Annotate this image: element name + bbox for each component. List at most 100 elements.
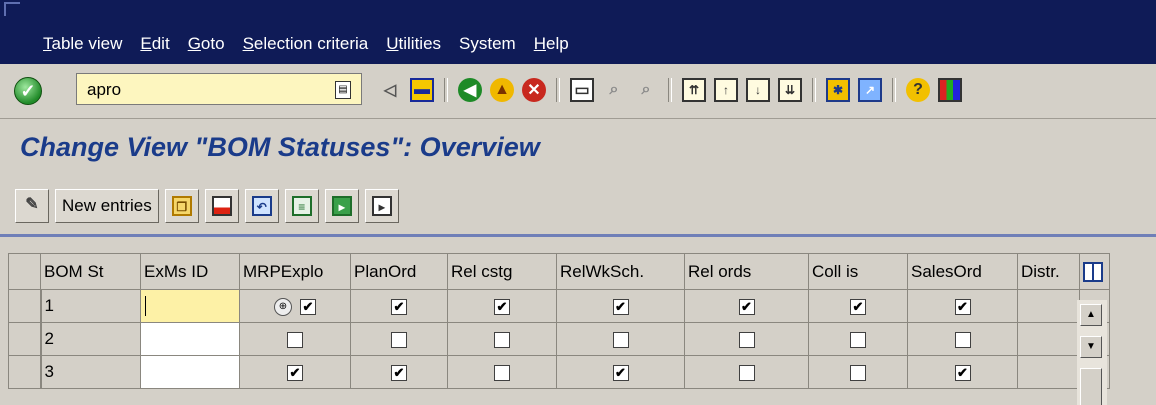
relwksch-cell: ✔ [556, 289, 685, 323]
select-all-rows-cell[interactable] [8, 253, 41, 290]
distr-cell [1017, 289, 1080, 323]
scroll-up-icon[interactable]: ▲ [1080, 304, 1102, 326]
next-page-icon[interactable]: ↓ [746, 78, 770, 102]
previous-page-icon[interactable]: ↑ [714, 78, 738, 102]
exit-icon[interactable]: ▲ [490, 78, 514, 102]
exms-id-input[interactable] [140, 322, 240, 356]
coll-is-checkbox[interactable] [850, 331, 866, 348]
planord-checkbox[interactable]: ✔ [391, 298, 407, 315]
layout-menu-icon[interactable] [938, 78, 962, 102]
row-selector[interactable] [8, 289, 42, 323]
print-icon[interactable]: ▭ [570, 78, 594, 102]
back-icon[interactable]: ◀ [458, 78, 482, 102]
display-change-icon: ✎ [25, 196, 39, 213]
display-change-button[interactable]: ✎ [15, 189, 49, 223]
column-header-coll-is[interactable]: Coll is [808, 253, 908, 290]
menu-selection-criteria[interactable]: Selection criteria [243, 34, 369, 54]
menu-help[interactable]: Help [534, 34, 569, 54]
save-icon[interactable]: ▬ [410, 78, 434, 102]
column-header-bom-st[interactable]: BOM St [40, 253, 141, 290]
salesord-checkbox[interactable] [954, 331, 971, 348]
bom-st-cell: 1 [40, 289, 141, 323]
distr-cell [1017, 322, 1080, 356]
table-header-row: BOM St ExMs ID MRPExplo PlanOrd Rel cstg… [8, 253, 1110, 290]
row-selector[interactable] [8, 355, 42, 389]
menu-goto[interactable]: Goto [188, 34, 225, 54]
undo-change-icon: ↶ [251, 196, 272, 216]
vertical-scrollbar[interactable]: ▲ ▼ [1077, 300, 1107, 405]
menu-utilities[interactable]: Utilities [386, 34, 441, 54]
mrpexplo-checkbox[interactable]: ✔ [287, 364, 303, 381]
page-title: Change View "BOM Statuses": Overview [20, 132, 540, 162]
salesord-checkbox[interactable]: ✔ [954, 364, 971, 381]
last-page-icon[interactable]: ⇊ [778, 78, 802, 102]
table-settings-button[interactable] [1079, 253, 1110, 290]
rel-ords-checkbox[interactable]: ✔ [738, 298, 755, 315]
generate-shortcut-icon[interactable]: ↗ [858, 78, 882, 102]
new-entries-button[interactable]: New entries [55, 189, 159, 223]
exms-id-input[interactable] [140, 289, 240, 323]
undo-change-button[interactable]: ↶ [244, 189, 279, 223]
first-page-icon[interactable]: ⇈ [682, 78, 706, 102]
find-next-icon[interactable]: ⌕ [634, 78, 658, 102]
scroll-down-icon[interactable]: ▼ [1080, 336, 1102, 358]
menu-table-view[interactable]: Table view [43, 34, 122, 54]
menu-bar: Table view Edit Goto Selection criteria … [0, 0, 1156, 64]
deselect-all-button[interactable]: ▸ [364, 189, 399, 223]
copy-as-button[interactable]: ❐ [164, 189, 199, 223]
command-field[interactable]: apro ▤ [76, 73, 362, 105]
bom-st-cell: 2 [40, 322, 141, 356]
column-header-planord[interactable]: PlanOrd [350, 253, 448, 290]
salesord-checkbox[interactable]: ✔ [954, 298, 971, 315]
table-row: 1 ⊕ ✔ ✔ ✔ ✔ ✔ ✔ ✔ [8, 289, 1110, 323]
scroll-thumb[interactable] [1080, 368, 1102, 405]
coll-is-checkbox[interactable] [850, 364, 866, 381]
coll-is-cell [808, 355, 908, 389]
planord-checkbox[interactable] [391, 331, 407, 348]
create-session-icon[interactable]: ✱ [826, 78, 850, 102]
column-header-salesord[interactable]: SalesOrd [907, 253, 1018, 290]
system-menu-icon[interactable] [4, 2, 20, 16]
rel-cstg-checkbox[interactable]: ✔ [494, 298, 510, 315]
column-header-rel-ords[interactable]: Rel ords [684, 253, 809, 290]
rel-cstg-checkbox[interactable] [494, 364, 510, 381]
rel-ords-checkbox[interactable] [738, 331, 755, 348]
menu-system[interactable]: System [459, 34, 516, 54]
toolbar-separator [556, 78, 560, 102]
nav-left-arrow-icon[interactable]: ◁ [378, 78, 402, 102]
mrpexplo-checkbox[interactable] [287, 331, 303, 348]
find-icon[interactable]: ⌕ [602, 78, 626, 102]
select-all-button[interactable]: ≡ [284, 189, 319, 223]
toolbar-separator [892, 78, 896, 102]
cancel-icon[interactable]: ✕ [522, 78, 546, 102]
relwksch-checkbox[interactable] [612, 331, 629, 348]
relwksch-checkbox[interactable]: ✔ [612, 364, 629, 381]
value-help-icon[interactable]: ⊕ [274, 297, 292, 316]
mrpexplo-cell: ⊕ ✔ [239, 289, 351, 323]
column-header-relwksch[interactable]: RelWkSch. [556, 253, 685, 290]
rel-cstg-checkbox[interactable] [494, 331, 510, 348]
exms-id-input[interactable] [140, 355, 240, 389]
select-all-icon: ≡ [291, 196, 312, 216]
column-header-distr[interactable]: Distr. [1017, 253, 1080, 290]
delete-button[interactable] [204, 189, 239, 223]
relwksch-checkbox[interactable]: ✔ [612, 298, 629, 315]
select-block-button[interactable]: ▸ [324, 189, 359, 223]
relwksch-cell [556, 322, 685, 356]
command-history-icon[interactable]: ▤ [335, 81, 351, 99]
toolbar-separator [444, 78, 448, 102]
menu-edit[interactable]: Edit [140, 34, 169, 54]
column-header-mrpexplo[interactable]: MRPExplo [239, 253, 351, 290]
coll-is-checkbox[interactable]: ✔ [850, 298, 866, 315]
salesord-cell: ✔ [907, 289, 1018, 323]
planord-checkbox[interactable]: ✔ [391, 364, 407, 381]
rel-ords-checkbox[interactable] [738, 364, 755, 381]
row-selector[interactable] [8, 322, 42, 356]
column-header-rel-cstg[interactable]: Rel cstg [447, 253, 557, 290]
mrpexplo-cell: ✔ [239, 355, 351, 389]
rel-ords-cell [684, 355, 809, 389]
help-icon[interactable]: ? [906, 78, 930, 102]
enter-icon[interactable]: ✓ [14, 77, 42, 105]
mrpexplo-checkbox[interactable]: ✔ [300, 298, 316, 315]
column-header-exms-id[interactable]: ExMs ID [140, 253, 240, 290]
